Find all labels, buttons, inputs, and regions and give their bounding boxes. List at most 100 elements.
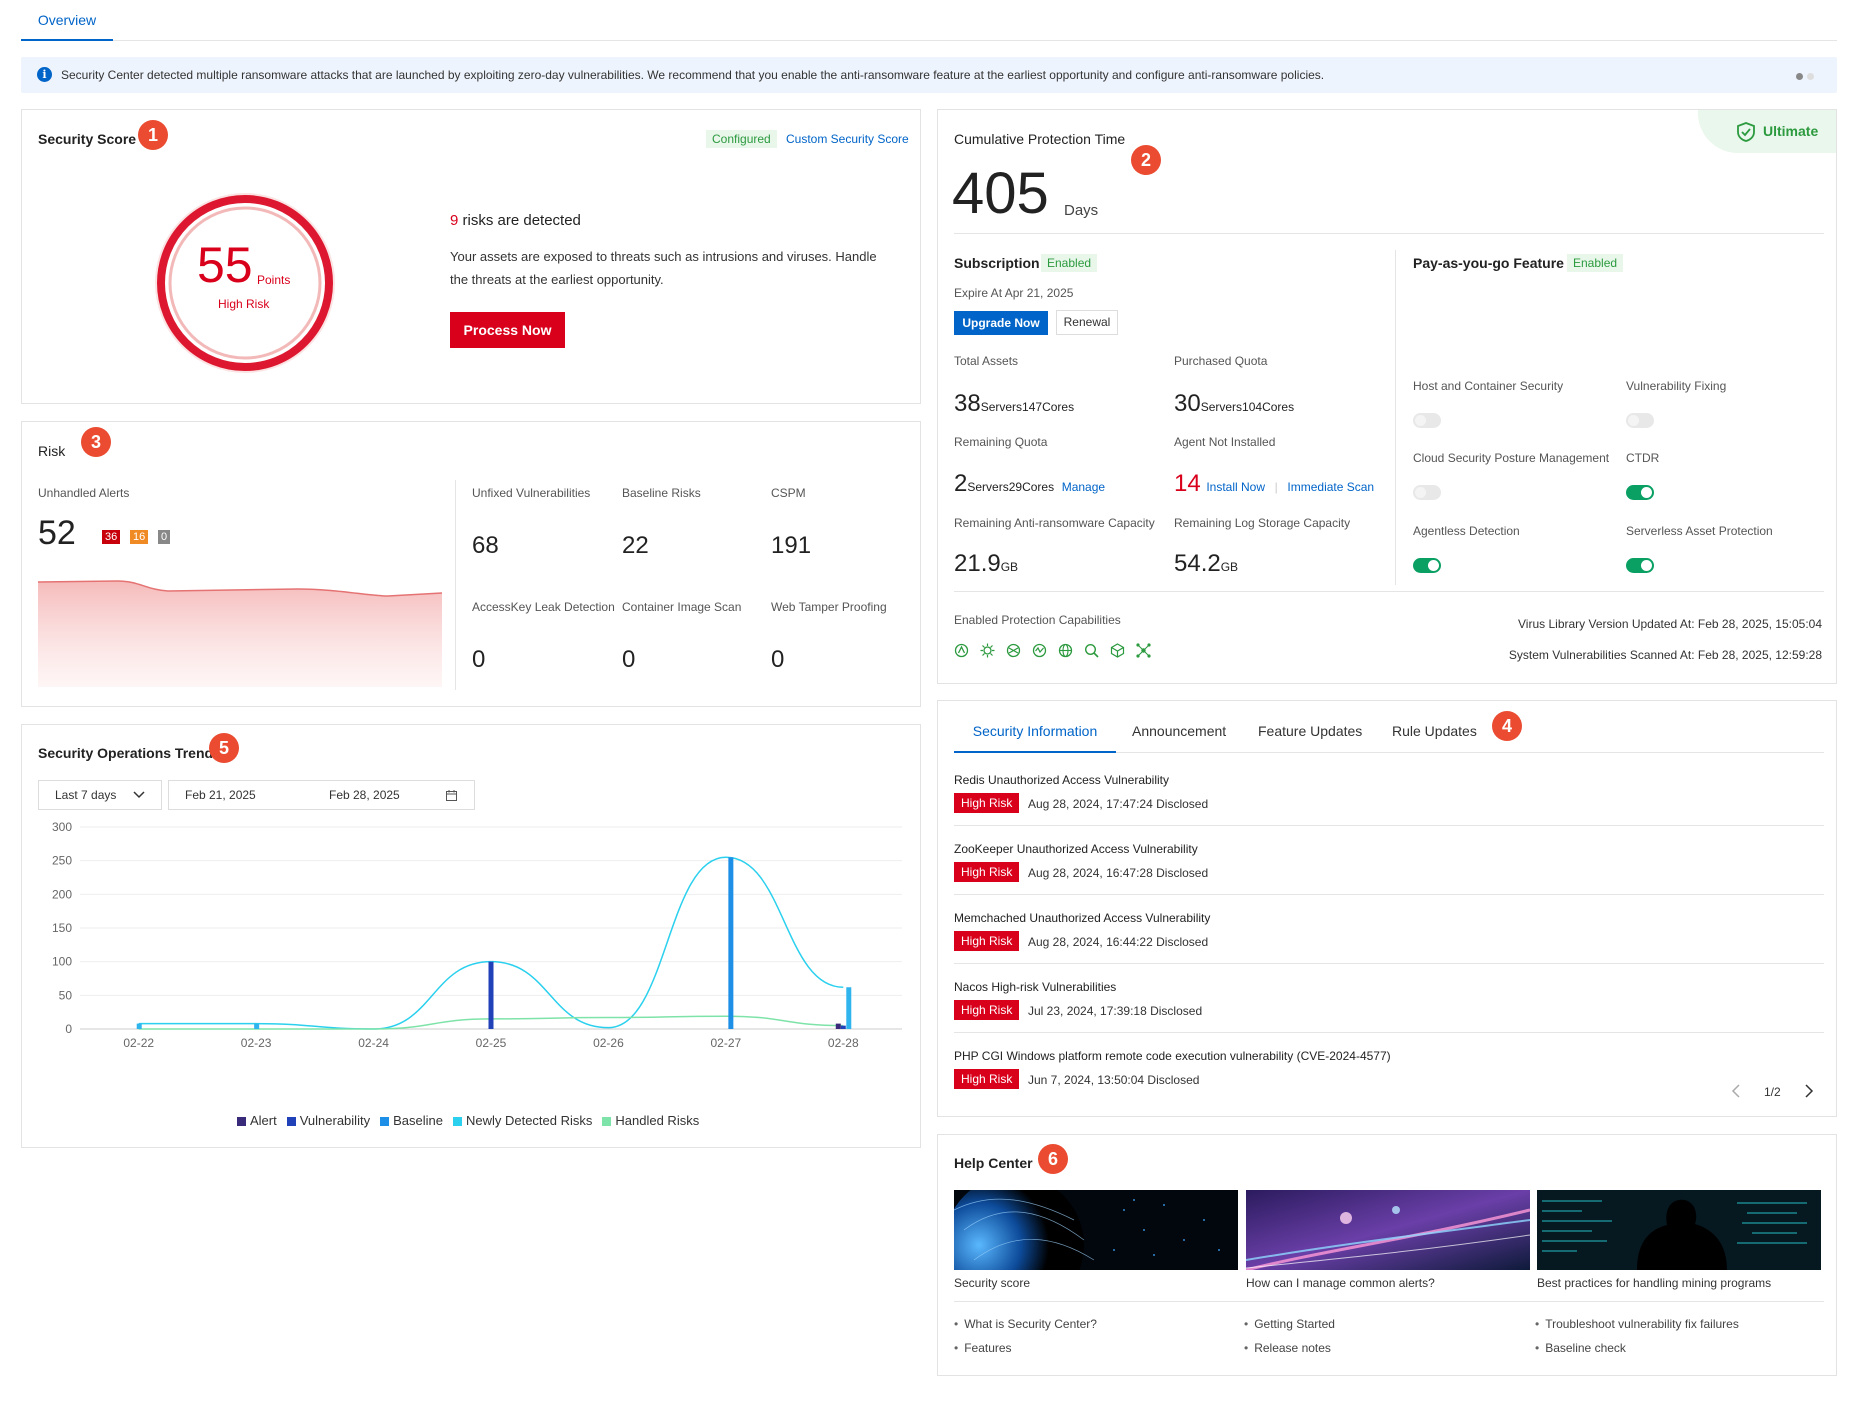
top-tab-bar: Overview xyxy=(21,0,1837,41)
metric-value[interactable]: 68 xyxy=(472,532,499,560)
metric-label: Web Tamper Proofing xyxy=(771,600,887,614)
carousel-dot-active[interactable] xyxy=(1796,73,1803,80)
network-icon[interactable] xyxy=(1006,643,1021,658)
chevron-right-icon[interactable] xyxy=(1804,1084,1814,1098)
chevron-left-icon[interactable] xyxy=(1731,1084,1741,1098)
news-item-title[interactable]: Memchached Unauthorized Access Vulnerabi… xyxy=(954,911,1210,925)
help-link[interactable]: Troubleshoot vulnerability fix failures xyxy=(1535,1317,1739,1331)
unhandled-alerts-value[interactable]: 52 xyxy=(38,514,76,553)
virus-icon[interactable] xyxy=(980,643,995,658)
divider xyxy=(954,591,1824,592)
container-icon[interactable] xyxy=(1110,643,1125,658)
total-assets-cores: 147 xyxy=(1022,400,1043,414)
unit-servers: Servers xyxy=(967,480,1009,494)
news-tab-bar: Security Information Announcement Featur… xyxy=(954,716,1824,753)
unit-servers: Servers xyxy=(980,400,1023,414)
antivirus-icon[interactable] xyxy=(954,643,969,658)
divider xyxy=(954,233,1824,234)
process-now-button[interactable]: Process Now xyxy=(450,312,565,348)
news-item-title[interactable]: ZooKeeper Unauthorized Access Vulnerabil… xyxy=(954,842,1198,856)
toggle-ctdr[interactable] xyxy=(1626,485,1654,500)
metric-value[interactable]: 0 xyxy=(771,646,784,674)
tab-security-information[interactable]: Security Information xyxy=(954,716,1116,753)
bar-baseline xyxy=(728,857,734,1029)
y-tick-label: 300 xyxy=(52,820,72,834)
payg-label: Pay-as-you-go Feature xyxy=(1413,255,1564,271)
bar-newly-detected-risks xyxy=(136,1023,142,1029)
risk-level-tag: High Risk xyxy=(954,931,1020,951)
metric-value[interactable]: 0 xyxy=(622,646,635,674)
marker-badge-2: 2 xyxy=(1131,145,1161,175)
risk-level-tag: High Risk xyxy=(954,793,1020,813)
log-unit: GB xyxy=(1220,560,1239,574)
security-score-card: Security Score 1 Configured Custom Secur… xyxy=(21,109,921,404)
help-link[interactable]: What is Security Center? xyxy=(954,1317,1097,1331)
total-assets-value[interactable]: 38Servers147Cores xyxy=(954,390,1074,418)
tab-rule-updates[interactable]: Rule Updates xyxy=(1392,716,1477,746)
metric-label: Container Image Scan xyxy=(622,600,742,614)
hub-icon[interactable] xyxy=(1136,643,1151,658)
virus-library-updated: Virus Library Version Updated At: Feb 28… xyxy=(1518,617,1822,631)
legend-item[interactable]: Newly Detected Risks xyxy=(452,1113,592,1128)
x-tick-label: 02-22 xyxy=(123,1036,154,1050)
toggle-vulnerability-fixing[interactable] xyxy=(1626,413,1654,428)
carousel-dot[interactable] xyxy=(1807,73,1814,80)
help-card-image-common-alerts[interactable] xyxy=(1246,1190,1530,1270)
bar-vulnerability xyxy=(488,961,494,1029)
tab-feature-updates[interactable]: Feature Updates xyxy=(1258,716,1362,746)
y-tick-label: 50 xyxy=(59,988,73,1002)
help-link[interactable]: Features xyxy=(954,1341,1011,1355)
news-item-title[interactable]: Redis Unauthorized Access Vulnerability xyxy=(954,773,1169,787)
legend-item[interactable]: Handled Risks xyxy=(602,1113,699,1128)
purchased-quota-value: 30Servers104Cores xyxy=(1174,390,1294,418)
news-item-date: Aug 28, 2024, 17:47:24 Disclosed xyxy=(1028,797,1209,811)
toggle-host-container-security[interactable] xyxy=(1413,413,1441,428)
tab-announcement[interactable]: Announcement xyxy=(1132,716,1226,746)
toggle-cspm[interactable] xyxy=(1413,485,1441,500)
security-news-card: Security Information Announcement Featur… xyxy=(937,700,1837,1117)
help-card-caption[interactable]: How can I manage common alerts? xyxy=(1246,1276,1435,1290)
news-item-title[interactable]: PHP CGI Windows platform remote code exe… xyxy=(954,1049,1391,1063)
chevron-down-icon xyxy=(133,791,145,799)
risk-summary: 9 risks are detected xyxy=(450,212,581,229)
tab-overview[interactable]: Overview xyxy=(21,12,113,41)
metric-value[interactable]: 191 xyxy=(771,532,811,560)
legend-item[interactable]: Alert xyxy=(237,1113,277,1128)
marker-badge-3: 3 xyxy=(81,427,111,457)
toggle-serverless-asset-protection[interactable] xyxy=(1626,558,1654,573)
help-card-image-mining-programs[interactable] xyxy=(1537,1190,1821,1270)
web-protection-icon[interactable] xyxy=(1032,643,1047,658)
upgrade-now-button[interactable]: Upgrade Now xyxy=(954,311,1048,335)
help-card-caption[interactable]: Security score xyxy=(954,1276,1030,1290)
toggle-agentless-detection[interactable] xyxy=(1413,558,1441,573)
ransom-value: 21.9 xyxy=(954,550,1001,577)
globe-icon[interactable] xyxy=(1058,643,1073,658)
help-link[interactable]: Baseline check xyxy=(1535,1341,1626,1355)
custom-security-score-link[interactable]: Custom Security Score xyxy=(786,132,909,146)
metric-value[interactable]: 0 xyxy=(472,646,485,674)
immediate-scan-link[interactable]: Immediate Scan xyxy=(1287,480,1374,494)
marker-badge-1: 1 xyxy=(138,120,168,150)
metric-value[interactable]: 22 xyxy=(622,532,649,560)
install-now-link[interactable]: Install Now xyxy=(1206,480,1265,494)
help-card-image-security-score[interactable] xyxy=(954,1190,1238,1270)
agent-count[interactable]: 14 xyxy=(1174,470,1201,497)
log-storage-capacity-label: Remaining Log Storage Capacity xyxy=(1174,516,1351,530)
help-card-caption[interactable]: Best practices for handling mining progr… xyxy=(1537,1276,1771,1290)
legend-item[interactable]: Baseline xyxy=(380,1113,443,1128)
scan-search-icon[interactable] xyxy=(1084,643,1099,658)
help-link[interactable]: Release notes xyxy=(1244,1341,1331,1355)
subscription-status: Enabled xyxy=(1041,254,1098,272)
manage-link[interactable]: Manage xyxy=(1062,480,1105,494)
help-link[interactable]: Getting Started xyxy=(1244,1317,1335,1331)
legend-item[interactable]: Vulnerability xyxy=(286,1113,370,1128)
subscription-label: Subscription xyxy=(954,255,1040,271)
configured-tag: Configured xyxy=(706,130,777,148)
risk-card: Risk 3 Unhandled Alerts 52 36 16 0 Unfix… xyxy=(21,421,921,707)
news-item-title[interactable]: Nacos High-risk Vulnerabilities xyxy=(954,980,1116,994)
date-range-picker[interactable]: Feb 21, 2025 Feb 28, 2025 xyxy=(168,780,475,810)
x-tick-label: 02-28 xyxy=(828,1036,859,1050)
total-assets-label: Total Assets xyxy=(954,354,1019,368)
range-select[interactable]: Last 7 days xyxy=(38,780,162,810)
renewal-button[interactable]: Renewal xyxy=(1056,310,1118,335)
